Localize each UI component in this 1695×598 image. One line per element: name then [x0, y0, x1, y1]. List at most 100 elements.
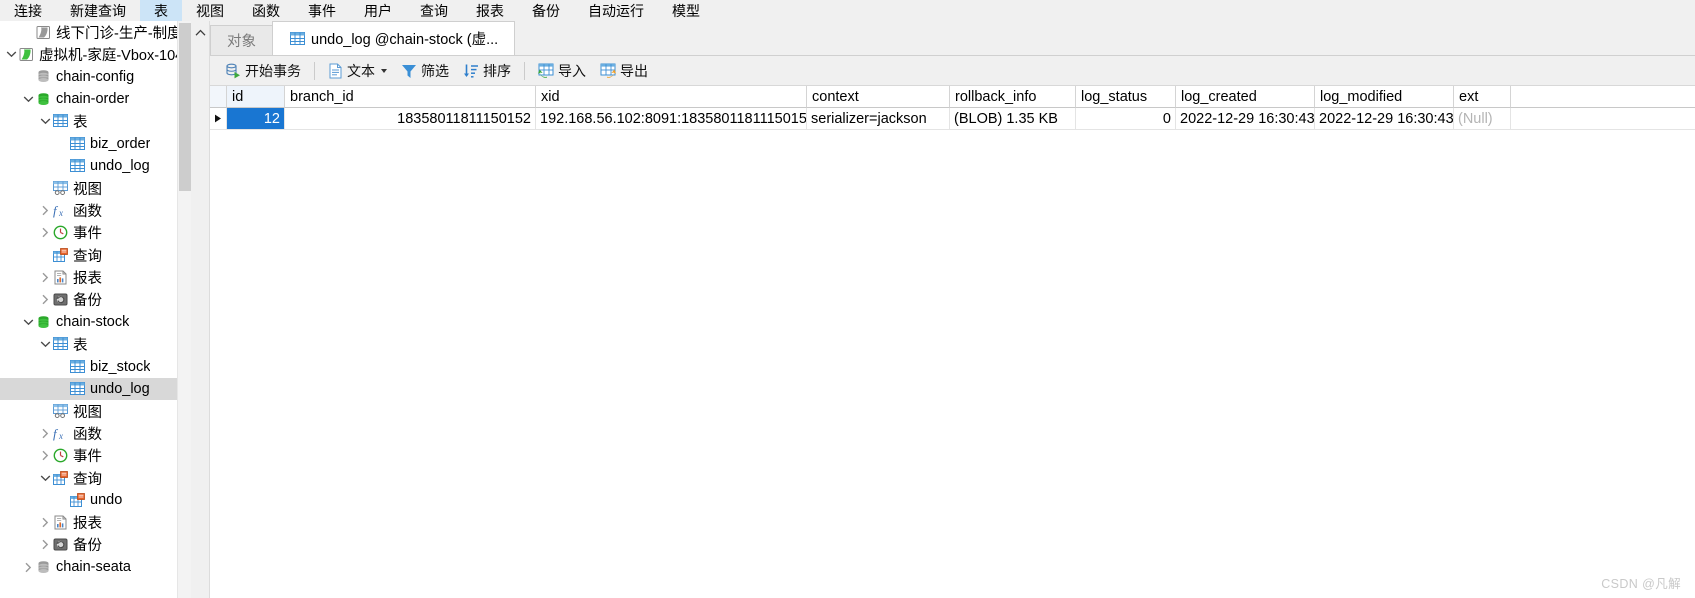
tree-item-undo_log-16[interactable]: undo_log	[0, 377, 191, 401]
grid-cell-ext[interactable]: (Null)	[1454, 108, 1511, 130]
grid-body[interactable]: 12 18358011811150152 192.168.56.102:8091:1…	[210, 108, 1695, 130]
menu-item-7[interactable]: 查询	[406, 0, 462, 21]
tree-item--10[interactable]: 查询	[0, 244, 191, 266]
grid-column-header-rollback_info[interactable]: rollback_info	[950, 86, 1076, 108]
sidebar-scrollbar-track[interactable]	[177, 21, 191, 598]
chevron-down-icon[interactable]	[38, 110, 52, 132]
toolbar-button-filter[interactable]: 筛选	[394, 59, 456, 83]
tree-item-chain-config-2[interactable]: chain-config	[0, 66, 191, 88]
table-folder-icon	[52, 336, 69, 353]
tree-item-label: chain-seata	[56, 559, 131, 576]
tree-item--22[interactable]: 报表	[0, 512, 191, 534]
grid-column-header-branch_id[interactable]: branch_id	[285, 86, 536, 108]
chevron-right-icon[interactable]	[38, 222, 52, 244]
grid-column-header-context[interactable]: context	[807, 86, 950, 108]
row-current-marker-icon	[210, 108, 227, 130]
tree-item-label: 备份	[73, 293, 102, 310]
menu-item-8[interactable]: 报表	[462, 0, 518, 21]
chevron-right-icon[interactable]	[38, 266, 52, 288]
grid-cell-rollback_info[interactable]: (BLOB) 1.35 KB	[950, 108, 1076, 130]
chevron-right-icon[interactable]	[38, 512, 52, 534]
grid-cell-id[interactable]: 12	[227, 108, 285, 130]
grid-column-header-ext[interactable]: ext	[1454, 86, 1511, 108]
chevron-down-icon[interactable]	[21, 88, 35, 110]
tree-item-undo_log-6[interactable]: undo_log	[0, 155, 191, 177]
grid-column-header-log_created[interactable]: log_created	[1176, 86, 1315, 108]
tree-item--9[interactable]: 事件	[0, 222, 191, 244]
tree-item-chain-order-3[interactable]: chain-order	[0, 88, 191, 110]
menu-item-10[interactable]: 自动运行	[574, 0, 658, 21]
chevron-right-icon[interactable]	[38, 422, 52, 444]
grid-cell-log_created[interactable]: 2022-12-29 16:30:43	[1176, 108, 1315, 130]
editor-tabstrip[interactable]: 对象 undo_log @chain-stock (虚...	[210, 21, 1695, 56]
toolbar-button-sort[interactable]: 排序	[456, 59, 518, 83]
chevron-right-icon[interactable]	[21, 556, 35, 578]
chevron-down-icon[interactable]	[38, 467, 52, 489]
grid-toolbar[interactable]: 开始事务 文本 筛选 排序 导入 导出	[210, 56, 1695, 86]
tree-item-undo-21[interactable]: undo	[0, 489, 191, 511]
menu-item-5[interactable]: 事件	[294, 0, 350, 21]
result-grid[interactable]: id branch_id xid context rollback_info log_st…	[210, 86, 1695, 598]
menu-item-11[interactable]: 模型	[658, 0, 714, 21]
menu-item-2[interactable]: 表	[140, 0, 182, 21]
toolbar-button-label: 开始事务	[245, 62, 301, 79]
toolbar-button-export[interactable]: 导出	[593, 59, 655, 83]
tree-item--20[interactable]: 查询	[0, 467, 191, 489]
tree-item-chain-seata-24[interactable]: chain-seata	[0, 556, 191, 578]
tree-item--12[interactable]: 备份	[0, 289, 191, 311]
grid-cell-context[interactable]: serializer=jackson	[807, 108, 950, 130]
table-row[interactable]: 12 18358011811150152 192.168.56.102:8091:1…	[210, 108, 1695, 130]
menu-item-4[interactable]: 函数	[238, 0, 294, 21]
query-icon	[69, 492, 86, 509]
chevron-down-icon[interactable]	[21, 311, 35, 333]
tree-item----0[interactable]: 线下门诊-生产-制度	[0, 21, 191, 43]
tree-item--11[interactable]: 报表	[0, 266, 191, 288]
tree-item--18[interactable]: f x 函数	[0, 422, 191, 444]
tree-item--8[interactable]: f x 函数	[0, 199, 191, 221]
grid-cell-log_modified[interactable]: 2022-12-29 16:30:43	[1315, 108, 1454, 130]
grid-column-header-xid[interactable]: xid	[536, 86, 807, 108]
tree-item-chain-stock-13[interactable]: chain-stock	[0, 311, 191, 333]
table-folder-icon	[52, 113, 69, 130]
menu-item-6[interactable]: 用户	[350, 0, 406, 21]
tree-item--17[interactable]: 视图	[0, 400, 191, 422]
tree-item-biz_order-5[interactable]: biz_order	[0, 132, 191, 154]
editor-tab-label: undo_log @chain-stock (虚...	[311, 32, 499, 48]
chevron-right-icon[interactable]	[38, 445, 52, 467]
menu-item-3[interactable]: 视图	[182, 0, 238, 21]
panel-collapse-strip[interactable]	[191, 21, 210, 598]
grid-column-header-log_modified[interactable]: log_modified	[1315, 86, 1454, 108]
chevron-up-icon[interactable]	[195, 27, 206, 39]
toolbar-button-begin-transaction[interactable]: 开始事务	[218, 59, 308, 83]
menu-item-1[interactable]: 新建查询	[56, 0, 140, 21]
grid-cell-branch_id[interactable]: 18358011811150152	[285, 108, 536, 130]
chevron-right-icon[interactable]	[38, 289, 52, 311]
editor-tab-1[interactable]: undo_log @chain-stock (虚...	[272, 21, 516, 55]
sidebar-scrollbar-thumb[interactable]	[179, 23, 191, 191]
grid-column-header-log_status[interactable]: log_status	[1076, 86, 1176, 108]
chevron-right-icon[interactable]	[38, 200, 52, 222]
editor-tab-0[interactable]: 对象	[210, 25, 273, 55]
grid-cell-log_status[interactable]: 0	[1076, 108, 1176, 130]
tree-item--14[interactable]: 表	[0, 333, 191, 355]
grid-header-row[interactable]: id branch_id xid context rollback_info log_st…	[210, 86, 1695, 108]
tree-item--7[interactable]: 视图	[0, 177, 191, 199]
chevron-down-icon[interactable]	[4, 43, 18, 65]
menu-item-0[interactable]: 连接	[0, 0, 56, 21]
grid-column-header-id[interactable]: id	[227, 86, 285, 108]
chevron-down-icon[interactable]	[381, 68, 387, 73]
tree-item--4[interactable]: 表	[0, 110, 191, 132]
tree-item--19[interactable]: 事件	[0, 445, 191, 467]
chevron-right-icon[interactable]	[38, 534, 52, 556]
menu-item-9[interactable]: 备份	[518, 0, 574, 21]
toolbar-button-import[interactable]: 导入	[531, 59, 593, 83]
tree-item---Vbox-104-1[interactable]: 虚拟机-家庭-Vbox-104	[0, 43, 191, 65]
chevron-down-icon[interactable]	[38, 333, 52, 355]
grid-cell-xid[interactable]: 192.168.56.102:8091:18358011811150152	[536, 108, 807, 130]
toolbar-button-text[interactable]: 文本	[321, 59, 394, 83]
tree-item-biz_stock-15[interactable]: biz_stock	[0, 355, 191, 377]
object-tree-sidebar[interactable]: 线下门诊-生产-制度 虚拟机-家庭-Vbox-104 chain-config cha…	[0, 21, 191, 598]
sort-icon	[463, 63, 479, 79]
tree-item--23[interactable]: 备份	[0, 534, 191, 556]
